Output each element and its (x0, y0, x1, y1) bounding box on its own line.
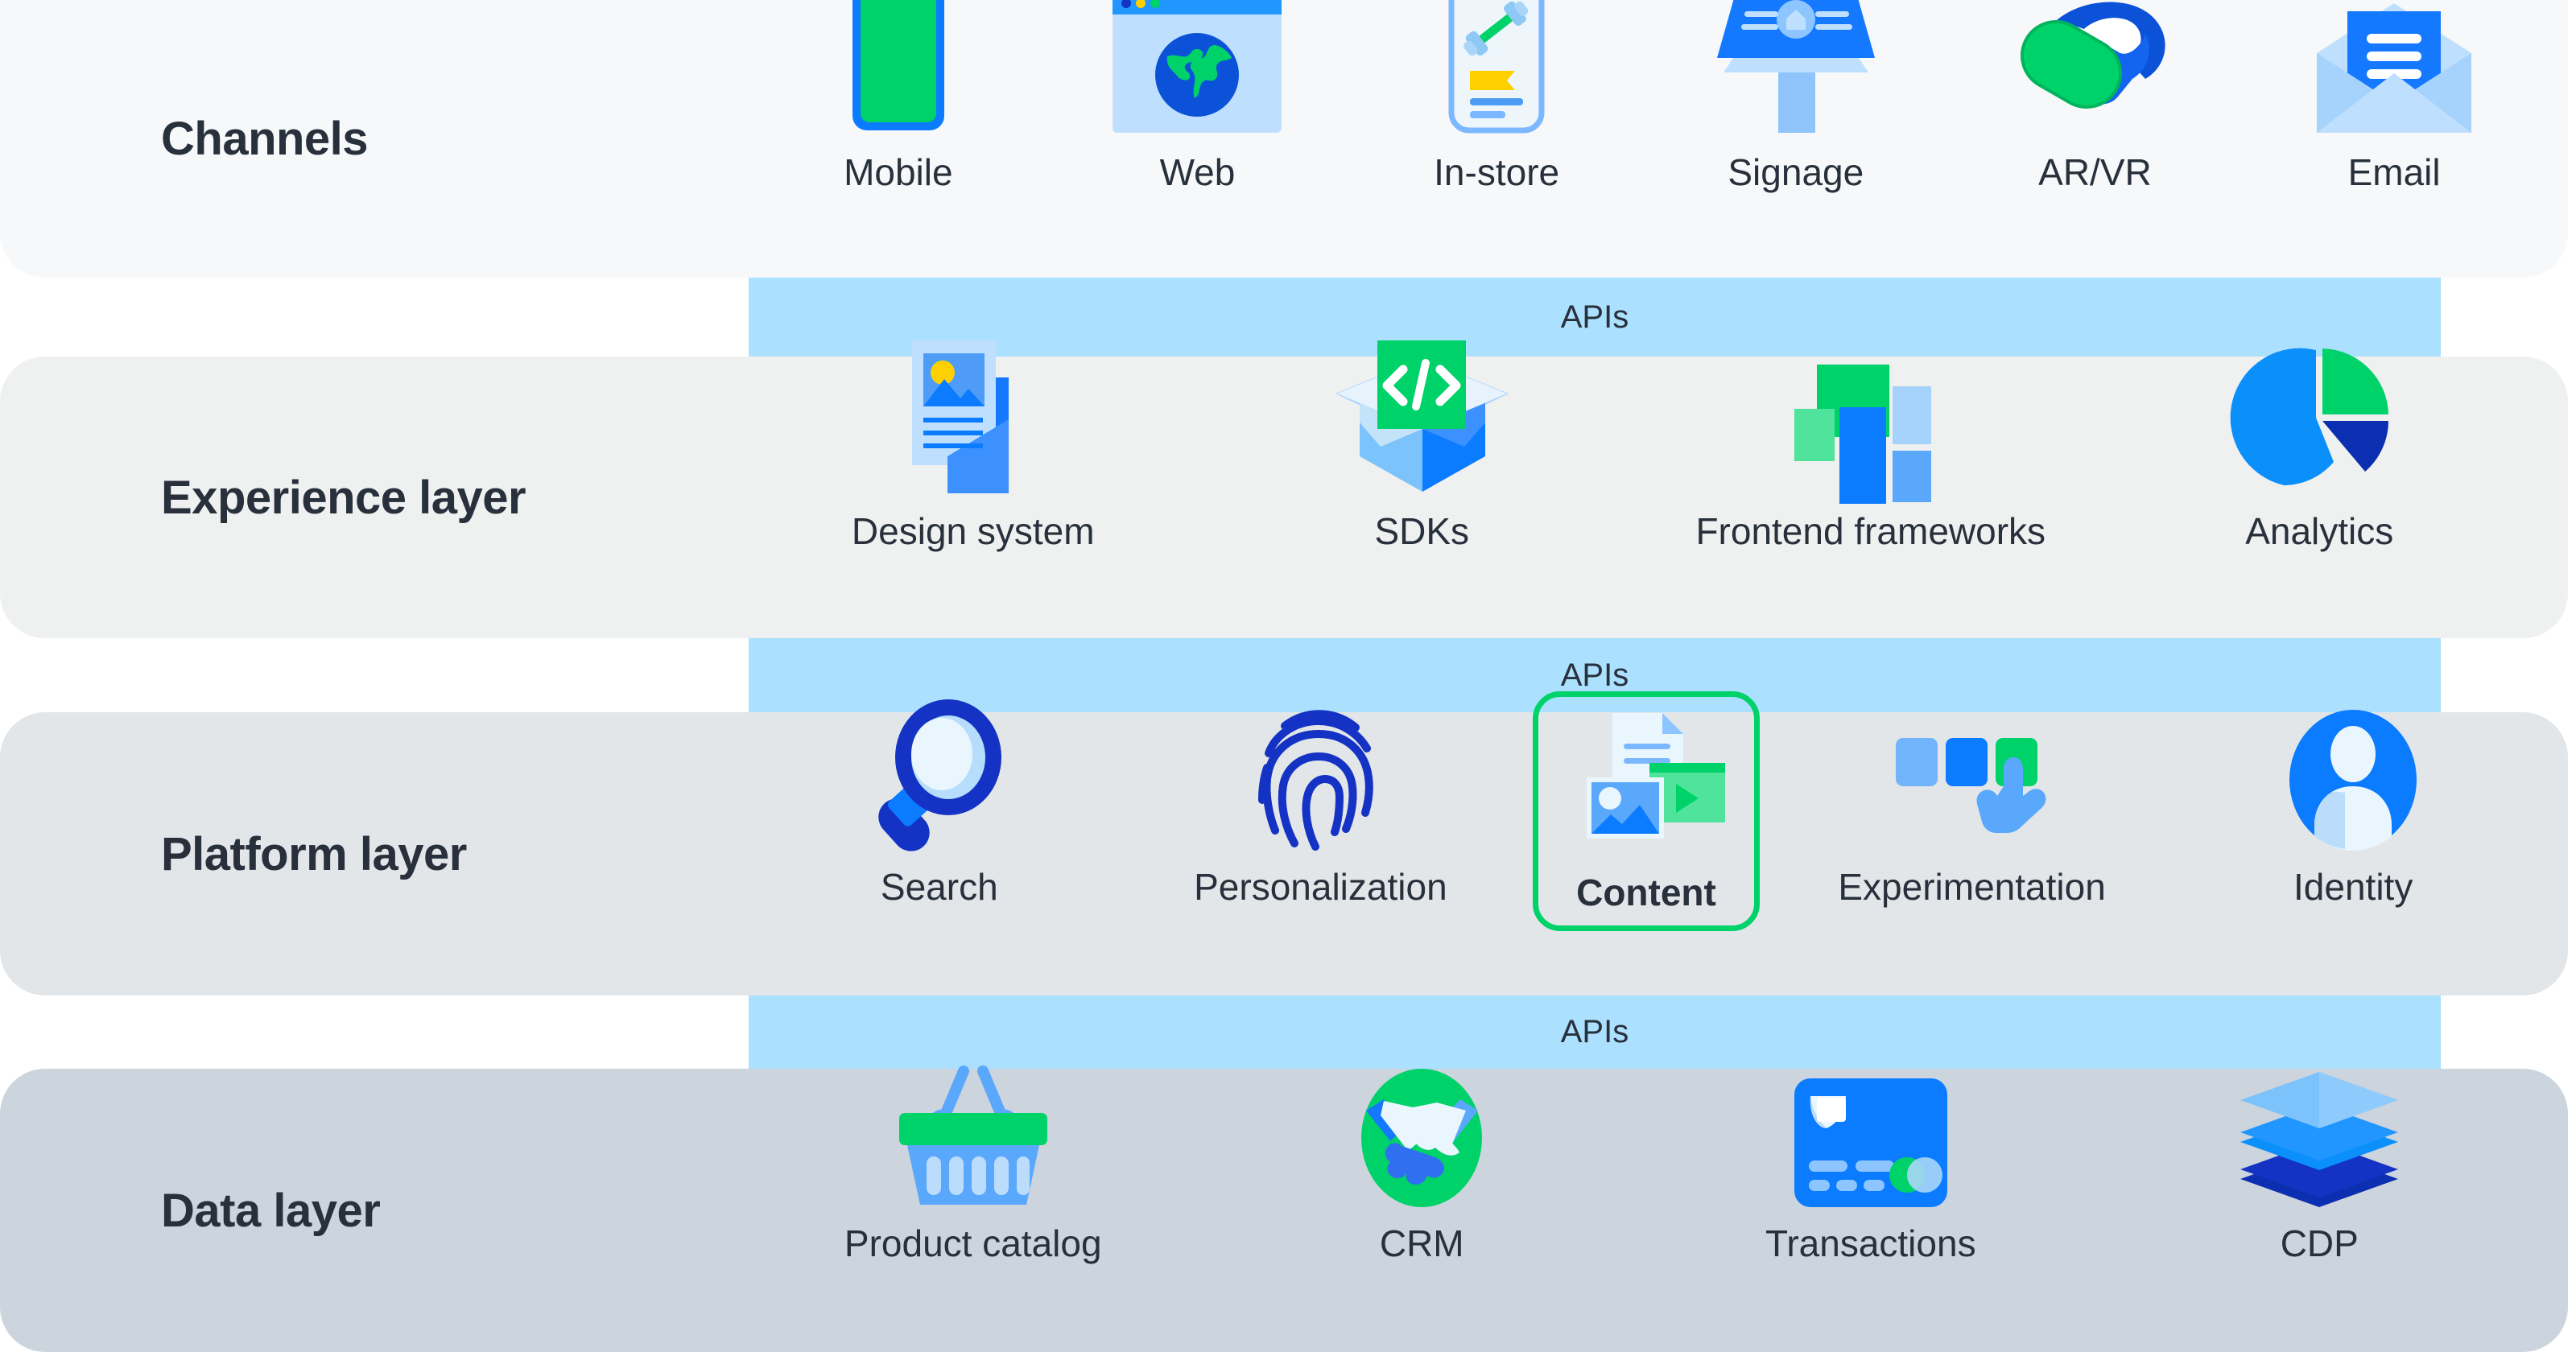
data-item-transactions[interactable]: Transactions (1670, 1069, 2072, 1265)
data-label-transactions: Transactions (1765, 1222, 1976, 1264)
platform-item-personalization[interactable]: Personalization (1151, 710, 1489, 909)
layer-title-data: Data layer (161, 1184, 381, 1237)
layer-items-data: Product catalog CRM Transactions CDP (749, 1066, 2568, 1352)
channel-item-mobile[interactable]: Mobile (766, 0, 1031, 194)
layer-row-experience: Experience layer Design system SDKs Fron… (0, 340, 2568, 638)
experience-item-design-system[interactable]: Design system (772, 340, 1174, 553)
in-store-phone-icon (1448, 0, 1545, 134)
channel-label-in-store: In-store (1434, 151, 1560, 193)
code-box-icon (1335, 340, 1509, 493)
platform-label-content: Content (1576, 872, 1716, 913)
channel-item-in-store[interactable]: In-store (1364, 0, 1629, 194)
experience-item-frontend-frameworks[interactable]: Frontend frameworks (1670, 357, 2072, 553)
shopping-basket-icon (893, 1066, 1054, 1207)
mobile-phone-icon (850, 0, 947, 133)
api-label-2: APIs (1560, 657, 1629, 693)
layer-title-channels: Channels (161, 113, 369, 165)
layer-items-platform: Search Personalization Content Experimen… (749, 691, 2568, 995)
layer-title-channels-col: Channels (0, 112, 749, 166)
platform-label-search: Search (880, 866, 998, 908)
api-connector-band-3: APIs (749, 995, 2441, 1069)
data-item-cdp[interactable]: CDP (2118, 1069, 2520, 1265)
layer-title-experience-col: Experience layer (0, 471, 749, 525)
layer-row-platform: Platform layer Search Personalization Co… (0, 691, 2568, 995)
data-label-cdp: CDP (2280, 1222, 2359, 1264)
email-envelope-icon (2314, 0, 2475, 133)
architecture-diagram: Channels Mobile Web In-store Signage AR/… (0, 0, 2576, 1352)
platform-item-content[interactable]: Content (1532, 691, 1760, 931)
layer-title-platform: Platform layer (161, 827, 467, 880)
channel-label-email: Email (2347, 151, 2441, 193)
experience-item-sdks[interactable]: SDKs (1220, 340, 1623, 553)
experience-item-analytics[interactable]: Analytics (2118, 348, 2520, 553)
api-label-1: APIs (1560, 299, 1629, 335)
channel-item-ar-vr[interactable]: AR/VR (1962, 0, 2227, 194)
experience-label-frontend-frameworks: Frontend frameworks (1695, 510, 2046, 552)
blocks-grid-icon (1794, 357, 1947, 504)
channel-item-signage[interactable]: Signage (1663, 0, 1929, 194)
layer-items-channels: Mobile Web In-store Signage AR/VR Email (749, 0, 2568, 278)
layer-row-data: Data layer Product catalog CRM Transacti… (0, 1066, 2568, 1352)
experience-label-design-system: Design system (851, 510, 1095, 552)
data-label-product-catalog: Product catalog (844, 1222, 1102, 1264)
user-avatar-icon (2287, 710, 2420, 851)
platform-item-search[interactable]: Search (770, 699, 1108, 909)
channel-label-mobile: Mobile (844, 151, 953, 193)
channel-label-ar-vr: AR/VR (2038, 151, 2152, 193)
credit-card-icon (1794, 1069, 1947, 1207)
data-item-crm[interactable]: CRM (1220, 1069, 1623, 1265)
api-label-3: APIs (1560, 1014, 1629, 1049)
handshake-icon (1352, 1069, 1492, 1207)
platform-label-personalization: Personalization (1194, 866, 1447, 908)
experience-label-analytics: Analytics (2245, 510, 2394, 552)
channel-item-email[interactable]: Email (2261, 0, 2527, 194)
ab-test-cursor-icon (1895, 712, 2049, 851)
platform-label-identity: Identity (2293, 866, 2413, 908)
layer-title-data-col: Data layer (0, 1184, 749, 1238)
browser-globe-icon (1113, 0, 1282, 133)
channel-label-signage: Signage (1728, 151, 1864, 193)
content-media-icon (1566, 713, 1727, 856)
layer-title-experience: Experience layer (161, 471, 526, 524)
pie-chart-icon (2230, 348, 2392, 493)
channel-item-web[interactable]: Web (1064, 0, 1330, 194)
platform-label-experimentation: Experimentation (1838, 866, 2106, 908)
data-item-product-catalog[interactable]: Product catalog (772, 1066, 1174, 1265)
fingerprint-icon (1256, 710, 1385, 851)
layer-items-experience: Design system SDKs Frontend frameworks A… (749, 340, 2568, 638)
design-document-icon (901, 340, 1046, 493)
layer-row-channels: Channels Mobile Web In-store Signage AR/… (0, 0, 2568, 278)
layer-title-platform-col: Platform layer (0, 827, 749, 881)
stacked-layers-icon (2239, 1069, 2400, 1207)
magnifier-icon (871, 699, 1008, 851)
vr-headset-icon (2008, 0, 2182, 133)
channel-label-web: Web (1159, 151, 1236, 193)
experience-label-sdks: SDKs (1374, 510, 1470, 552)
platform-item-experimentation[interactable]: Experimentation (1803, 712, 2141, 909)
data-label-crm: CRM (1379, 1222, 1464, 1264)
kiosk-signage-icon (1715, 0, 1876, 133)
platform-item-identity[interactable]: Identity (2184, 710, 2522, 909)
